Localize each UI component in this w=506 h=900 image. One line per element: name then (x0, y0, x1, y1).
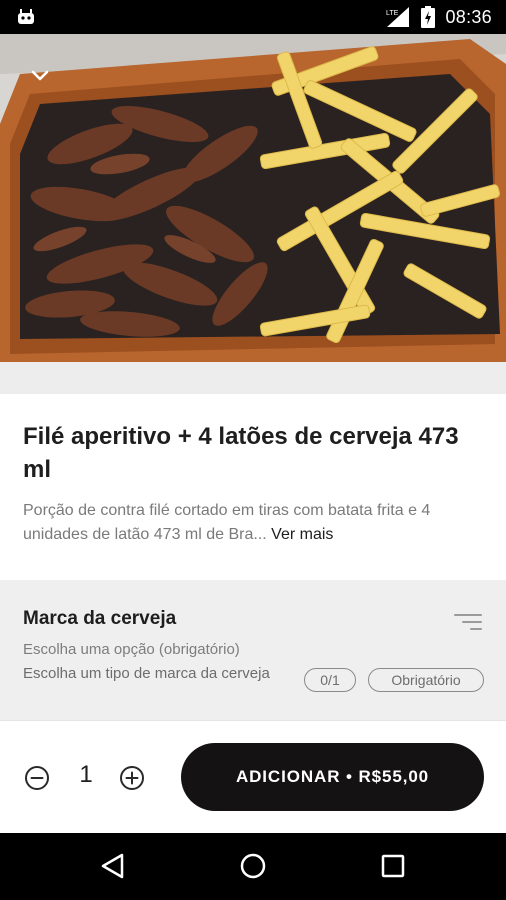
option-group-description: Escolha um tipo de marca da cerveja (23, 665, 270, 682)
back-triangle-icon[interactable] (98, 851, 128, 881)
home-circle-icon[interactable] (238, 851, 268, 881)
option-group-beer-brand: Marca da cerveja Escolha uma opção (obri… (0, 580, 506, 720)
increase-quantity-button[interactable] (119, 765, 145, 791)
add-to-cart-button[interactable]: ADICIONAR • R$55,00 (181, 743, 484, 811)
status-bar: LTE 08:36 (0, 0, 506, 34)
svg-text:LTE: LTE (386, 10, 399, 17)
chevron-down-icon (31, 70, 49, 81)
system-nav-bar (0, 833, 506, 900)
recents-square-icon[interactable] (378, 851, 408, 881)
product-info: Filé aperitivo + 4 latões de cerveja 473… (0, 394, 506, 580)
product-description: Porção de contra filé cortado em tiras c… (23, 499, 484, 547)
signal-lte-icon: LTE (386, 7, 410, 27)
clock: 08:36 (445, 6, 492, 27)
battery-charging-icon (421, 6, 436, 28)
quantity-value: 1 (79, 761, 93, 788)
option-group-subtitle: Escolha uma opção (obrigatório) (23, 641, 240, 658)
android-robot-icon (18, 9, 34, 24)
product-title: Filé aperitivo + 4 latões de cerveja 473… (23, 423, 459, 483)
filter-lines-icon (454, 614, 482, 630)
decrease-quantity-button[interactable] (24, 765, 50, 791)
required-badge: Obrigatório (368, 668, 484, 692)
selection-count-badge: 0/1 (304, 668, 356, 692)
description-text: Porção de contra filé cortado em tiras c… (23, 502, 431, 543)
image-divider (0, 362, 506, 394)
option-group-title: Marca da cerveja (23, 608, 177, 629)
action-bar: 1 ADICIONAR • R$55,00 (0, 720, 506, 833)
close-chevron-button[interactable] (26, 62, 54, 90)
option-group-row: Escolha um tipo de marca da cerveja 0/1 … (23, 663, 484, 692)
product-image (0, 34, 506, 362)
see-more-link[interactable]: Ver mais (271, 526, 333, 543)
steak-fries-photo (0, 34, 506, 362)
